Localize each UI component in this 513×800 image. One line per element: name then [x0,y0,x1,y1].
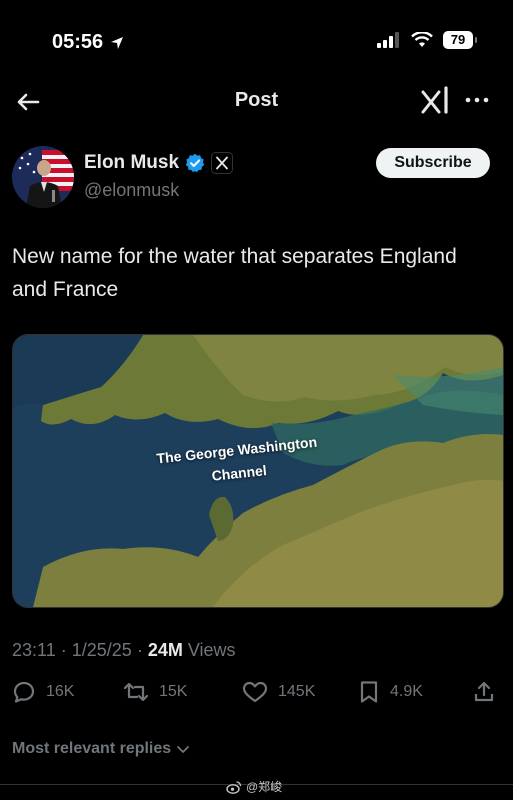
weibo-logo-icon [226,780,242,794]
x-affiliation-icon [211,152,234,174]
author-name[interactable]: Elon Musk [84,152,179,174]
post-image[interactable]: The George Washington Channel [12,334,504,608]
post-header: Post [0,80,513,122]
reply-icon [13,681,35,703]
name-row: Elon Musk [84,152,234,174]
views-count: 24M [147,640,183,660]
post-date: 1/25/25 [71,640,132,660]
more-options-icon[interactable] [463,86,491,114]
bookmark-count: 4.9K [390,683,423,700]
post-time: 23:11 [12,640,56,660]
wifi-icon [411,32,433,47]
location-arrow-icon [111,36,124,49]
cellular-signal-icon [377,32,399,48]
views-label: Views [187,640,236,660]
status-icons: 79 [377,31,477,49]
share-button[interactable] [472,680,496,704]
post-text: New name for the water that separates En… [12,245,457,301]
repost-button[interactable]: 15K [123,680,187,704]
replies-sort-dropdown[interactable]: Most relevant replies [12,740,191,758]
status-bar: 05:56 79 [0,0,513,80]
repost-count: 15K [159,683,188,700]
meta-separator: · [136,640,148,660]
share-icon [474,681,494,702]
weibo-watermark: @郑峻 [226,778,282,795]
like-count: 145K [278,683,316,700]
bookmark-button[interactable]: 4.9K [358,680,423,704]
like-button[interactable]: 145K [242,680,315,704]
reply-button[interactable]: 16K [12,680,74,704]
post-meta: 23:11 · 1/25/25 · 24M Views [12,640,236,661]
battery-indicator: 79 [443,31,477,49]
subscribe-button[interactable]: Subscribe [376,148,490,178]
meta-separator: · [60,640,72,660]
bookmark-icon [360,681,378,703]
verified-badge-icon [185,153,205,173]
avatar[interactable] [12,146,74,208]
post-author: Elon Musk @elonmusk Subscribe [12,146,500,208]
author-handle[interactable]: @elonmusk [84,180,179,201]
repost-icon [123,682,149,702]
status-time-wrap: 05:56 [52,31,125,54]
heart-icon [242,681,268,703]
reply-count: 16K [46,683,75,700]
watermark-text: @郑峻 [246,780,283,794]
replies-sort-label: Most relevant replies [12,740,172,757]
status-time: 05:56 [52,31,104,53]
grok-icon[interactable] [419,86,453,116]
chevron-down-icon [177,746,190,753]
action-bar: 16K 15K 145K 4.9K [12,680,500,710]
